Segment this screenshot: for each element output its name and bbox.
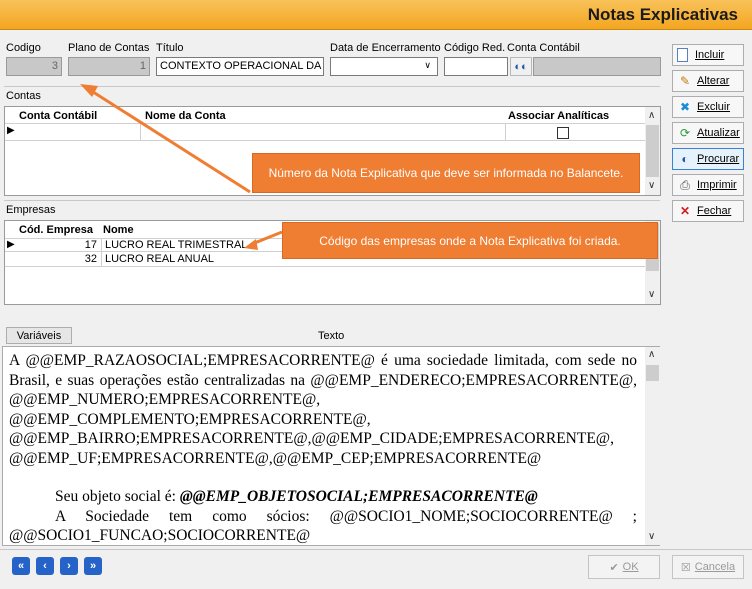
- arrow-nota: [89, 88, 251, 194]
- divider: [0, 549, 752, 550]
- callout-arrows: [80, 84, 283, 250]
- prev-record-icon[interactable]: ‹: [36, 557, 54, 575]
- ok-label: OK: [622, 561, 639, 573]
- printer-icon: ⎙: [680, 177, 690, 192]
- first-record-icon[interactable]: «: [12, 557, 30, 575]
- atualizar-label: Atualizar: [697, 127, 740, 139]
- fechar-button[interactable]: ✕ Fechar: [672, 200, 744, 222]
- atualizar-button[interactable]: ⟳ Atualizar: [672, 122, 744, 144]
- last-record-icon[interactable]: »: [84, 557, 102, 575]
- excluir-label: Excluir: [697, 101, 731, 113]
- next-record-icon[interactable]: ›: [60, 557, 78, 575]
- binoculars-icon: ◐: [681, 152, 689, 166]
- imprimir-button[interactable]: ⎙ Imprimir: [672, 174, 744, 196]
- ok-button[interactable]: ✔ OK: [588, 555, 660, 579]
- incluir-label: Incluir: [695, 49, 725, 61]
- procurar-label: Procurar: [697, 153, 740, 165]
- imprimir-label: Imprimir: [697, 179, 737, 191]
- alterar-button[interactable]: ✎ Alterar: [672, 70, 744, 92]
- fechar-label: Fechar: [697, 205, 732, 217]
- new-document-icon: [677, 48, 688, 62]
- arrowhead-icon: [244, 239, 258, 250]
- cancel-icon: ☒: [680, 561, 691, 574]
- alterar-label: Alterar: [697, 75, 730, 87]
- callout-empresas: Código das empresas onde a Nota Explicat…: [282, 222, 658, 259]
- close-window-icon: ✕: [679, 204, 691, 218]
- callout-nota: Número da Nota Explicativa que deve ser …: [252, 153, 640, 193]
- pencil-icon: ✎: [679, 74, 691, 88]
- cancela-button[interactable]: ☒ Cancela: [672, 555, 744, 579]
- excluir-button[interactable]: ✖ Excluir: [672, 96, 744, 118]
- check-icon: ✔: [609, 561, 619, 574]
- delete-icon: ✖: [679, 100, 691, 114]
- incluir-button[interactable]: Incluir: [672, 44, 744, 66]
- procurar-button[interactable]: ◐ Procurar: [672, 148, 744, 170]
- refresh-icon: ⟳: [679, 126, 691, 140]
- cancela-label: Cancela: [694, 561, 736, 573]
